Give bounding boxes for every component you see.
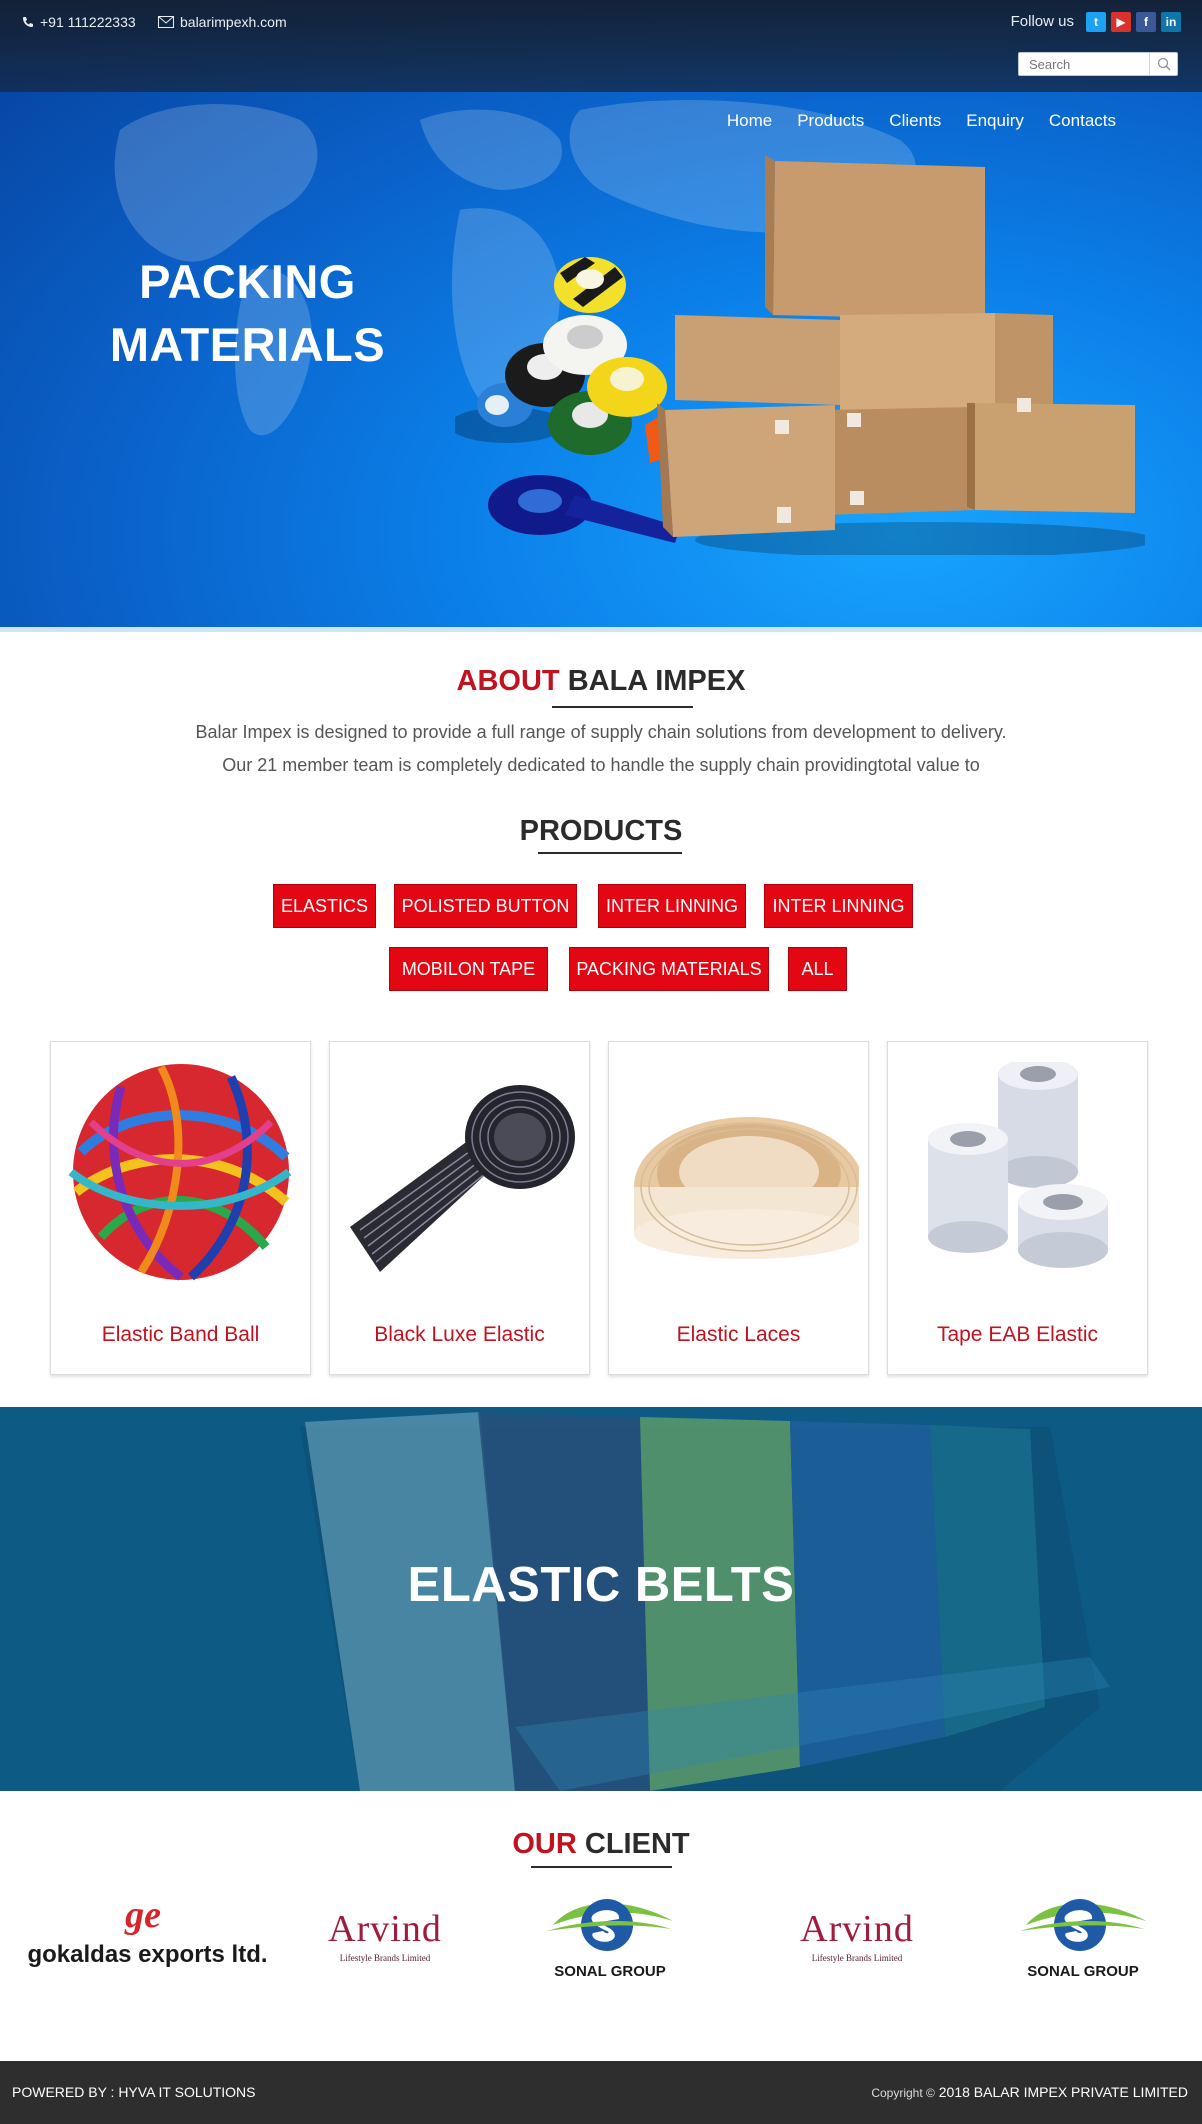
about-heading-underline [552,706,693,708]
nav-products[interactable]: Products [797,111,864,131]
cardboard-boxes [657,155,1135,537]
product-card-title: Black Luxe Elastic [374,1323,545,1346]
linkedin-icon[interactable]: in [1161,12,1181,32]
product-card-title: Elastic Laces [676,1323,801,1346]
powered-by-text[interactable]: POWERED BY : HYVA IT SOLUTIONS [12,2084,256,2100]
email-address: balarimpexh.com [180,14,287,30]
striped-tape [554,257,626,313]
search-input[interactable] [1019,53,1149,75]
phone-contact[interactable]: +91 111222333 [22,14,136,30]
elastic-belts-title: ELASTIC BELTS [407,1558,795,1612]
email-contact[interactable]: balarimpexh.com [158,14,287,30]
about-text-line1: Balar Impex is designed to provide a ful… [195,722,1007,742]
elastic-band-ball-image [68,1064,292,1281]
sonal-group-wordmark: SONAL GROUP [554,1963,666,1980]
arvind-subtitle: Lifestyle Brands Limited [339,1953,431,1963]
copyright-text: Copyright © 2018 BALAR IMPEX PRIVATE LIM… [871,2084,1188,2100]
elastic-laces-image [634,1117,859,1259]
facebook-icon[interactable]: f [1136,12,1156,32]
twitter-icon[interactable]: t [1086,12,1106,32]
about-text-line2: Our 21 member team is completely dedicat… [222,755,980,775]
clients-heading-rest: CLIENT [584,1828,690,1860]
about-heading: ABOUT BALA IMPEX [0,665,1202,698]
tape-eab-elastic-image [928,1062,1108,1268]
product-card-black-luxe-elastic[interactable]: Black Luxe Elastic [329,1041,590,1375]
search-icon [1157,57,1170,71]
arvind-wordmark: Arvind [328,1908,442,1950]
packing-materials-image [455,155,1145,555]
filter-inter-linning-button[interactable]: INTER LINNING [598,884,746,928]
search-button[interactable] [1149,53,1177,75]
filter-all-button[interactable]: ALL [788,947,847,991]
product-card-tape-eab-elastic[interactable]: Tape EAB Elastic [887,1041,1148,1375]
hero-divider [0,627,1202,632]
filter-elastics-button[interactable]: ELASTICS [273,884,376,928]
gokaldas-mark: ge [125,1894,161,1936]
clients-heading-underline [531,1866,672,1868]
arvind-logo-2[interactable]: Arvind Lifestyle Brands Limited [777,1893,937,1988]
clients-heading-highlight: OUR [512,1828,577,1860]
nav-clients[interactable]: Clients [889,111,941,131]
follow-us-label: Follow us [1010,13,1074,30]
sonal-group-emblem [547,1899,673,1951]
top-bar: +91 111222333 balarimpexh.com Follow us … [0,0,1202,92]
nav-contacts[interactable]: Contacts [1049,111,1116,131]
product-card-elastic-laces[interactable]: Elastic Laces [608,1041,869,1375]
about-heading-highlight: ABOUT [456,665,560,697]
products-heading-underline [538,852,682,854]
search-box [1018,52,1178,76]
arvind-wordmark: Arvind [800,1908,914,1950]
nav-home[interactable]: Home [727,111,772,131]
mail-icon [158,16,174,28]
copyright-prefix: Copyright © [871,2086,935,2100]
phone-number: +91 111222333 [40,14,136,30]
hero-title-line1: PACKING [139,255,356,308]
hero-title: PACKING MATERIALS [80,250,415,376]
sonal-group-logo[interactable]: SONAL GROUP [545,1893,675,1988]
tape-roll-back [998,1062,1078,1188]
footer: POWERED BY : HYVA IT SOLUTIONS Copyright… [0,2061,1202,2124]
tape-roll-right [1018,1184,1108,1268]
product-card-title: Tape EAB Elastic [936,1323,1099,1346]
products-heading: PRODUCTS [519,815,683,847]
filter-packing-materials-button[interactable]: PACKING MATERIALS [569,947,769,991]
black-luxe-elastic-image [350,1085,575,1272]
sonal-group-wordmark: SONAL GROUP [1027,1963,1139,1980]
navy-tape [488,475,680,543]
tape-roll-left [928,1123,1008,1253]
sonal-group-logo-2[interactable]: SONAL GROUP [1018,1893,1148,1988]
gokaldas-logo[interactable]: ge gokaldas exports ltd. [25,1893,270,1988]
sonal-group-emblem [1020,1899,1146,1951]
youtube-icon[interactable]: ▶ [1111,12,1131,32]
elastic-belts-banner: ELASTIC BELTS [0,1407,1202,1791]
nav-enquiry[interactable]: Enquiry [966,111,1024,131]
arvind-subtitle: Lifestyle Brands Limited [811,1953,903,1963]
product-card-title: Elastic Band Ball [101,1323,260,1346]
yellow-tape [587,357,667,417]
gokaldas-wordmark: gokaldas exports ltd. [27,1941,268,1968]
filter-polisted-button-button[interactable]: POLISTED BUTTON [394,884,577,928]
arvind-logo[interactable]: Arvind Lifestyle Brands Limited [305,1893,465,1988]
filter-inter-linning-2-button[interactable]: INTER LINNING [764,884,913,928]
product-card-elastic-band-ball[interactable]: Elastic Band Ball [50,1041,311,1375]
hero-title-line2: MATERIALS [109,318,386,371]
main-navigation: Home Products Clients Enquiry Contacts [702,111,1116,131]
about-heading-rest: BALA IMPEX [567,665,746,697]
phone-icon [23,17,33,27]
copyright-owner: 2018 BALAR IMPEX PRIVATE LIMITED [938,2084,1188,2100]
clients-heading: OUR CLIENT [0,1828,1202,1861]
filter-mobilon-tape-button[interactable]: MOBILON TAPE [389,947,548,991]
